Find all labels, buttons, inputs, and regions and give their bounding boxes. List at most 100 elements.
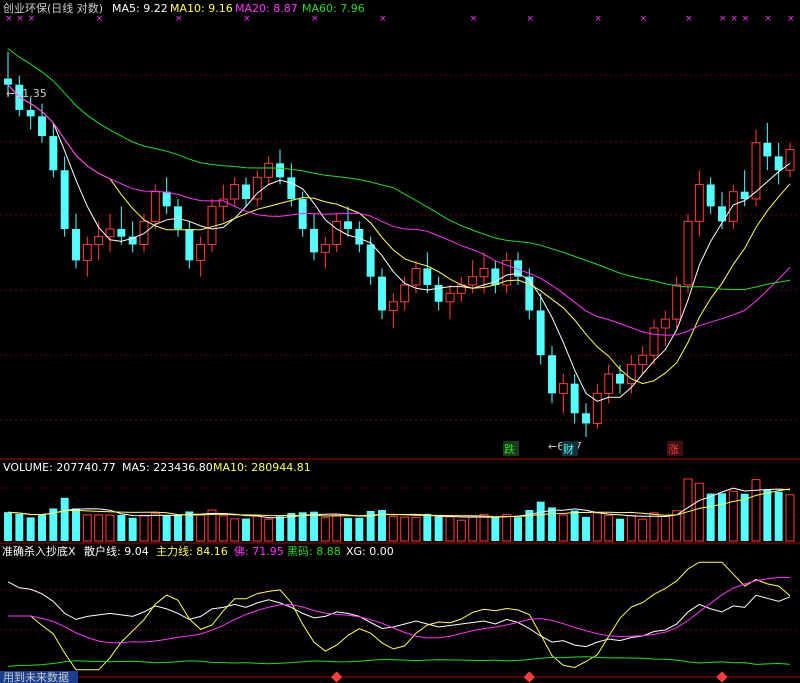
future-data-text: 用到未来数据 — [3, 670, 69, 683]
top-signal-mark: × — [5, 14, 13, 24]
volume-bar — [4, 512, 12, 541]
volume-bar — [38, 514, 46, 541]
candle-body — [548, 355, 556, 394]
volume-bar — [536, 501, 545, 541]
candle-series — [4, 51, 795, 437]
heima-legend: 黑码: 8.88 — [287, 545, 341, 558]
candle-body — [525, 276, 534, 311]
top-signal-mark: × — [764, 14, 772, 24]
stock-title: 创业环保(日线 对数) — [3, 1, 103, 15]
volume-bar — [548, 507, 556, 541]
candle-body — [162, 191, 171, 207]
candle-body — [660, 318, 670, 329]
candle-body — [536, 310, 545, 356]
volume-bar — [456, 519, 466, 542]
volume-bar — [514, 517, 522, 541]
candle-body — [94, 236, 104, 245]
volume-bar — [558, 514, 568, 542]
volume-bar — [276, 516, 284, 541]
volume-bar — [242, 518, 250, 541]
candle-body — [366, 244, 375, 277]
volume-bar — [660, 515, 670, 542]
candle-body — [276, 163, 284, 178]
top-signal-mark: × — [175, 14, 183, 24]
top-signal-mark: × — [243, 14, 251, 24]
indicator-lines — [7, 561, 791, 671]
volume-bar — [117, 515, 126, 541]
volume-bar — [411, 516, 421, 542]
candle-body — [582, 413, 590, 424]
volume-bar — [344, 518, 352, 541]
candle-body — [82, 243, 92, 261]
ma10-legend: MA10: 9.16 — [170, 2, 233, 15]
candle-body — [60, 170, 69, 229]
volume-bar — [706, 493, 715, 541]
fo-legend: 佛: 71.95 — [234, 545, 284, 558]
candle-body — [320, 243, 330, 253]
volume-bar — [185, 511, 194, 541]
volume-bar — [320, 517, 330, 542]
candle-body — [649, 327, 659, 356]
fo-line — [8, 576, 791, 644]
heima-line — [7, 656, 791, 667]
candle-body — [72, 228, 80, 261]
top-signal-mark: × — [594, 14, 602, 24]
ma20-legend: MA20: 8.87 — [235, 2, 298, 15]
candle-body — [344, 221, 352, 229]
volume-bar — [128, 517, 137, 541]
candle-body — [592, 392, 602, 424]
candle-body — [638, 354, 648, 366]
volume-bar — [445, 516, 455, 542]
candle-body — [378, 276, 386, 311]
volume-bar — [355, 517, 364, 541]
volume-bar — [626, 514, 636, 542]
ma-lines — [7, 48, 791, 402]
xg-legend: XG: 0.00 — [346, 545, 394, 558]
volume-bar — [570, 510, 579, 541]
volume-bar — [310, 511, 318, 541]
volume-bar — [694, 482, 704, 542]
top-signal-mark: × — [685, 14, 693, 24]
main-force-line — [8, 561, 791, 671]
volume-bar — [218, 515, 228, 542]
candle-body — [411, 267, 421, 286]
bottom-signal-mark — [716, 671, 728, 683]
main-force-legend: 主力线: 84.16 — [156, 544, 228, 558]
candle-body — [728, 191, 738, 222]
candle-body — [150, 191, 160, 222]
top-signal-mark: × — [787, 14, 795, 24]
top-signal-mark: × — [96, 14, 104, 24]
ma5-line — [7, 84, 791, 402]
candle-body — [706, 184, 715, 207]
signal-zhang: 涨 — [668, 443, 679, 456]
ma60-legend: MA60: 7.96 — [302, 2, 365, 15]
volume-bar — [592, 512, 602, 542]
volume-bar — [72, 508, 80, 541]
volume-bar — [785, 494, 795, 542]
candle-body — [626, 364, 636, 385]
candle-body — [49, 136, 58, 171]
volume-bar — [582, 516, 590, 541]
volume-bar — [774, 491, 783, 541]
candle-body — [264, 162, 274, 178]
indicator-name: 准确杀入抄底X — [2, 544, 76, 558]
volume-bar — [763, 489, 772, 541]
volume-bar — [26, 517, 35, 541]
volume-bar — [162, 515, 171, 541]
stock-chart[interactable]: × × × × × × × × × × × × × × × × × × 创业环保(日线 对数) MA5: 9.22… — [0, 0, 800, 683]
volume-bar — [479, 513, 489, 542]
top-signal-mark: × — [470, 14, 478, 24]
volume-bar — [230, 518, 240, 542]
candle-body — [400, 284, 410, 303]
volume-bar — [388, 516, 398, 542]
candle-body — [332, 220, 342, 245]
candle-body — [774, 156, 783, 171]
volume-bar — [60, 497, 69, 541]
volume-bar — [740, 493, 749, 541]
volume-bar — [150, 512, 160, 542]
volume-bar — [332, 514, 342, 542]
candle-body — [388, 301, 398, 311]
top-signal-mark: × — [640, 14, 648, 24]
top-signal-mark: × — [311, 14, 319, 24]
candle-body — [117, 228, 126, 237]
